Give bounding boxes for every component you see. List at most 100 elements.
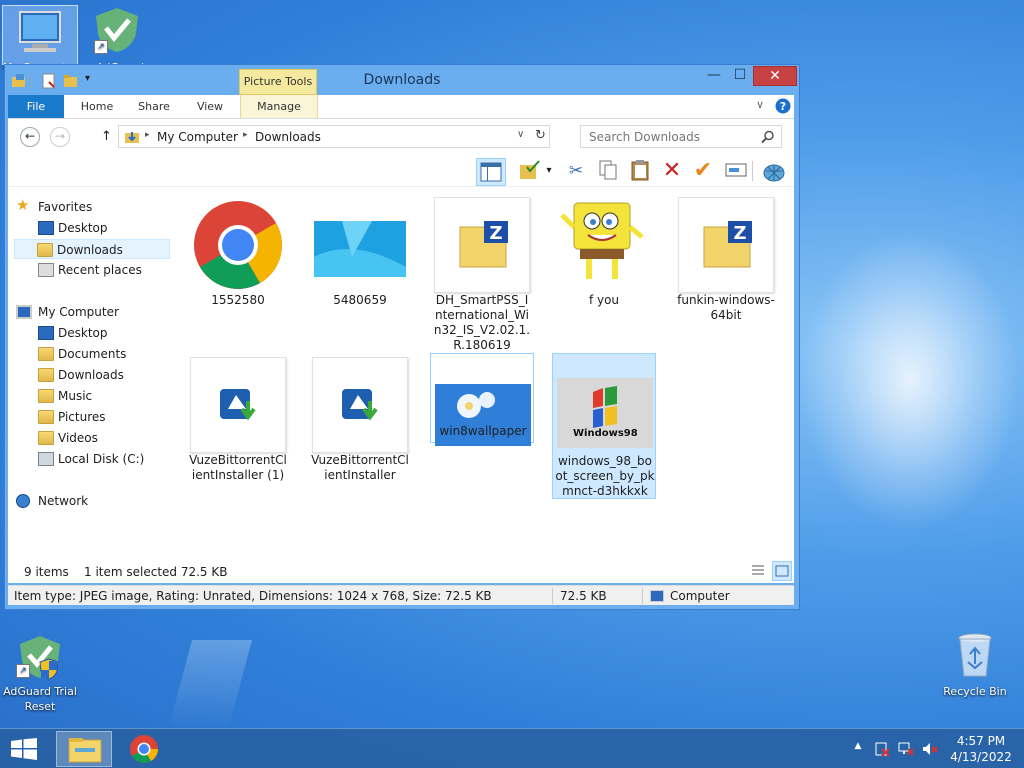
search-input[interactable]: Search Downloads bbox=[580, 125, 782, 148]
delete-icon[interactable]: ✕ bbox=[660, 159, 684, 183]
details-info: Item type: JPEG image, Rating: Unrated, … bbox=[14, 589, 492, 603]
details-bar: Item type: JPEG image, Rating: Unrated, … bbox=[8, 585, 794, 605]
nav-my-computer[interactable]: My Computer bbox=[16, 302, 166, 322]
preview-pane-button[interactable] bbox=[476, 158, 506, 186]
nav-pc-music[interactable]: Music bbox=[16, 386, 166, 406]
details-view-icon[interactable] bbox=[750, 563, 766, 579]
shell-button[interactable] bbox=[762, 159, 786, 183]
taskbar: ▲ 4:57 PM 4/13/2022 bbox=[0, 728, 1024, 768]
tab-share[interactable]: Share bbox=[128, 95, 180, 118]
desktop-icon-recycle-bin[interactable]: Recycle Bin bbox=[935, 630, 1015, 700]
nav-label: Videos bbox=[58, 431, 98, 445]
nav-fav-desktop[interactable]: Desktop bbox=[16, 218, 166, 238]
file-name: f you bbox=[588, 293, 620, 307]
search-icon[interactable] bbox=[761, 130, 775, 144]
file-item[interactable]: f you bbox=[552, 193, 656, 333]
address-dropdown-icon[interactable]: ∨ bbox=[517, 129, 524, 140]
file-item[interactable]: VuzeBittorrentClientInstaller bbox=[308, 353, 412, 493]
tab-file[interactable]: File bbox=[8, 95, 64, 118]
recent-places-icon bbox=[38, 263, 54, 277]
title-bar[interactable]: ▾ Picture Tools Downloads — ☐ ✕ bbox=[5, 65, 799, 95]
details-separator bbox=[552, 588, 553, 604]
file-name: win8wallpaper bbox=[439, 424, 527, 438]
shell-icon bbox=[763, 164, 785, 182]
file-item[interactable]: 5480659 bbox=[308, 193, 412, 333]
desktop-icon-label: AdGuard Trial Reset bbox=[3, 685, 77, 713]
taskbar-chrome[interactable] bbox=[116, 731, 172, 767]
maximize-button[interactable]: ☐ bbox=[727, 66, 753, 86]
desktop-icon-adguard[interactable]: ↗ AdGuard bbox=[80, 0, 160, 70]
action-center-icon[interactable] bbox=[874, 741, 890, 757]
file-name: 5480659 bbox=[333, 293, 387, 307]
breadcrumb-separator: ▸ bbox=[145, 130, 150, 140]
breadcrumb-my-computer[interactable]: My Computer bbox=[157, 130, 238, 144]
cut-icon[interactable]: ✂ bbox=[564, 159, 588, 183]
back-button[interactable]: ← bbox=[20, 127, 40, 147]
address-input[interactable]: ▸ My Computer ▸ Downloads ∨ ↻ bbox=[118, 125, 550, 148]
close-button[interactable]: ✕ bbox=[753, 66, 797, 86]
breadcrumb-downloads[interactable]: Downloads bbox=[255, 130, 321, 144]
file-item[interactable]: Z funkin-windows-64bit bbox=[674, 193, 778, 333]
rename-button[interactable] bbox=[724, 159, 748, 183]
forward-button[interactable]: → bbox=[50, 127, 70, 147]
status-bar: 9 items 1 item selected 72.5 KB bbox=[8, 559, 794, 583]
zip-folder-icon: Z bbox=[703, 221, 752, 268]
desktop-icon-my-computer[interactable]: My Computer bbox=[0, 0, 80, 70]
nav-pc-videos[interactable]: Videos bbox=[16, 428, 166, 448]
windows-start-icon[interactable] bbox=[10, 738, 38, 760]
vuze-installer-icon bbox=[220, 389, 256, 421]
chrome-icon bbox=[130, 735, 158, 763]
refresh-icon[interactable]: ↻ bbox=[535, 128, 546, 143]
nav-pc-desktop[interactable]: Desktop bbox=[16, 323, 166, 343]
file-item[interactable]: 1552580 bbox=[186, 193, 290, 333]
desktop-icon bbox=[38, 221, 54, 235]
desktop-icon-adguard-trial-reset[interactable]: ↗ AdGuard Trial Reset bbox=[0, 632, 80, 713]
copy-button[interactable] bbox=[596, 159, 620, 183]
svg-text:Z: Z bbox=[489, 223, 502, 244]
nav-pc-pictures[interactable]: Pictures bbox=[16, 407, 166, 427]
pictures-folder-icon bbox=[38, 410, 54, 424]
show-hidden-icons[interactable]: ▲ bbox=[850, 741, 866, 757]
vuze-installer-icon bbox=[342, 389, 378, 421]
paste-button[interactable] bbox=[628, 159, 652, 183]
window-title: Downloads bbox=[363, 72, 441, 88]
file-item-selected[interactable]: Windows98 windows_98_boot_screen_by_pkmn… bbox=[552, 353, 656, 499]
folder-options-button[interactable] bbox=[518, 159, 542, 183]
documents-folder-icon bbox=[38, 347, 54, 361]
hard-drive-icon bbox=[38, 452, 54, 466]
shortcut-arrow-icon: ↗ bbox=[94, 40, 108, 54]
nav-network[interactable]: Network bbox=[16, 491, 166, 511]
dropdown-arrow-icon[interactable]: ▾ bbox=[542, 159, 556, 183]
tab-manage[interactable]: Manage bbox=[240, 95, 318, 118]
downloads-folder-icon bbox=[38, 368, 54, 382]
nav-label: Pictures bbox=[58, 410, 106, 424]
taskbar-file-explorer[interactable] bbox=[56, 731, 112, 767]
nav-pc-local-disk[interactable]: Local Disk (C:) bbox=[16, 449, 166, 469]
nav-fav-recent[interactable]: Recent places bbox=[16, 260, 166, 280]
breadcrumb-separator: ▸ bbox=[243, 130, 248, 140]
up-arrow-icon[interactable]: ↑ bbox=[101, 129, 112, 144]
help-icon[interactable]: ? bbox=[775, 98, 791, 114]
volume-muted-icon[interactable] bbox=[922, 741, 938, 757]
file-item[interactable]: VuzeBittorrentClientInstaller (1) bbox=[186, 353, 290, 493]
image-thumbnail bbox=[314, 221, 406, 277]
nav-pc-documents[interactable]: Documents bbox=[16, 344, 166, 364]
expand-ribbon-icon[interactable]: ∨ bbox=[756, 98, 764, 111]
copy-icon bbox=[599, 160, 617, 180]
file-item[interactable]: Z DH_SmartPSS_International_Win32_IS_V2.… bbox=[430, 193, 534, 352]
network-tray-icon[interactable] bbox=[898, 741, 914, 757]
nav-fav-downloads[interactable]: Downloads bbox=[14, 239, 170, 259]
command-toolbar: ▾ ✂ ✕ ✔ bbox=[8, 155, 794, 187]
nav-favorites[interactable]: ★ Favorites bbox=[16, 197, 166, 217]
computer-icon bbox=[650, 590, 664, 602]
shortcut-arrow-icon: ↗ bbox=[16, 664, 30, 678]
taskbar-clock[interactable]: 4:57 PM 4/13/2022 bbox=[946, 733, 1016, 765]
minimize-button[interactable]: — bbox=[701, 66, 727, 86]
tab-view[interactable]: View bbox=[184, 95, 236, 118]
file-item[interactable]: win8wallpaper bbox=[430, 353, 534, 446]
checkmark-icon[interactable]: ✔ bbox=[691, 159, 715, 183]
item-count: 9 items bbox=[24, 565, 69, 579]
nav-pc-downloads[interactable]: Downloads bbox=[16, 365, 166, 385]
tab-home[interactable]: Home bbox=[70, 95, 124, 118]
large-icons-view-button[interactable] bbox=[772, 561, 792, 581]
